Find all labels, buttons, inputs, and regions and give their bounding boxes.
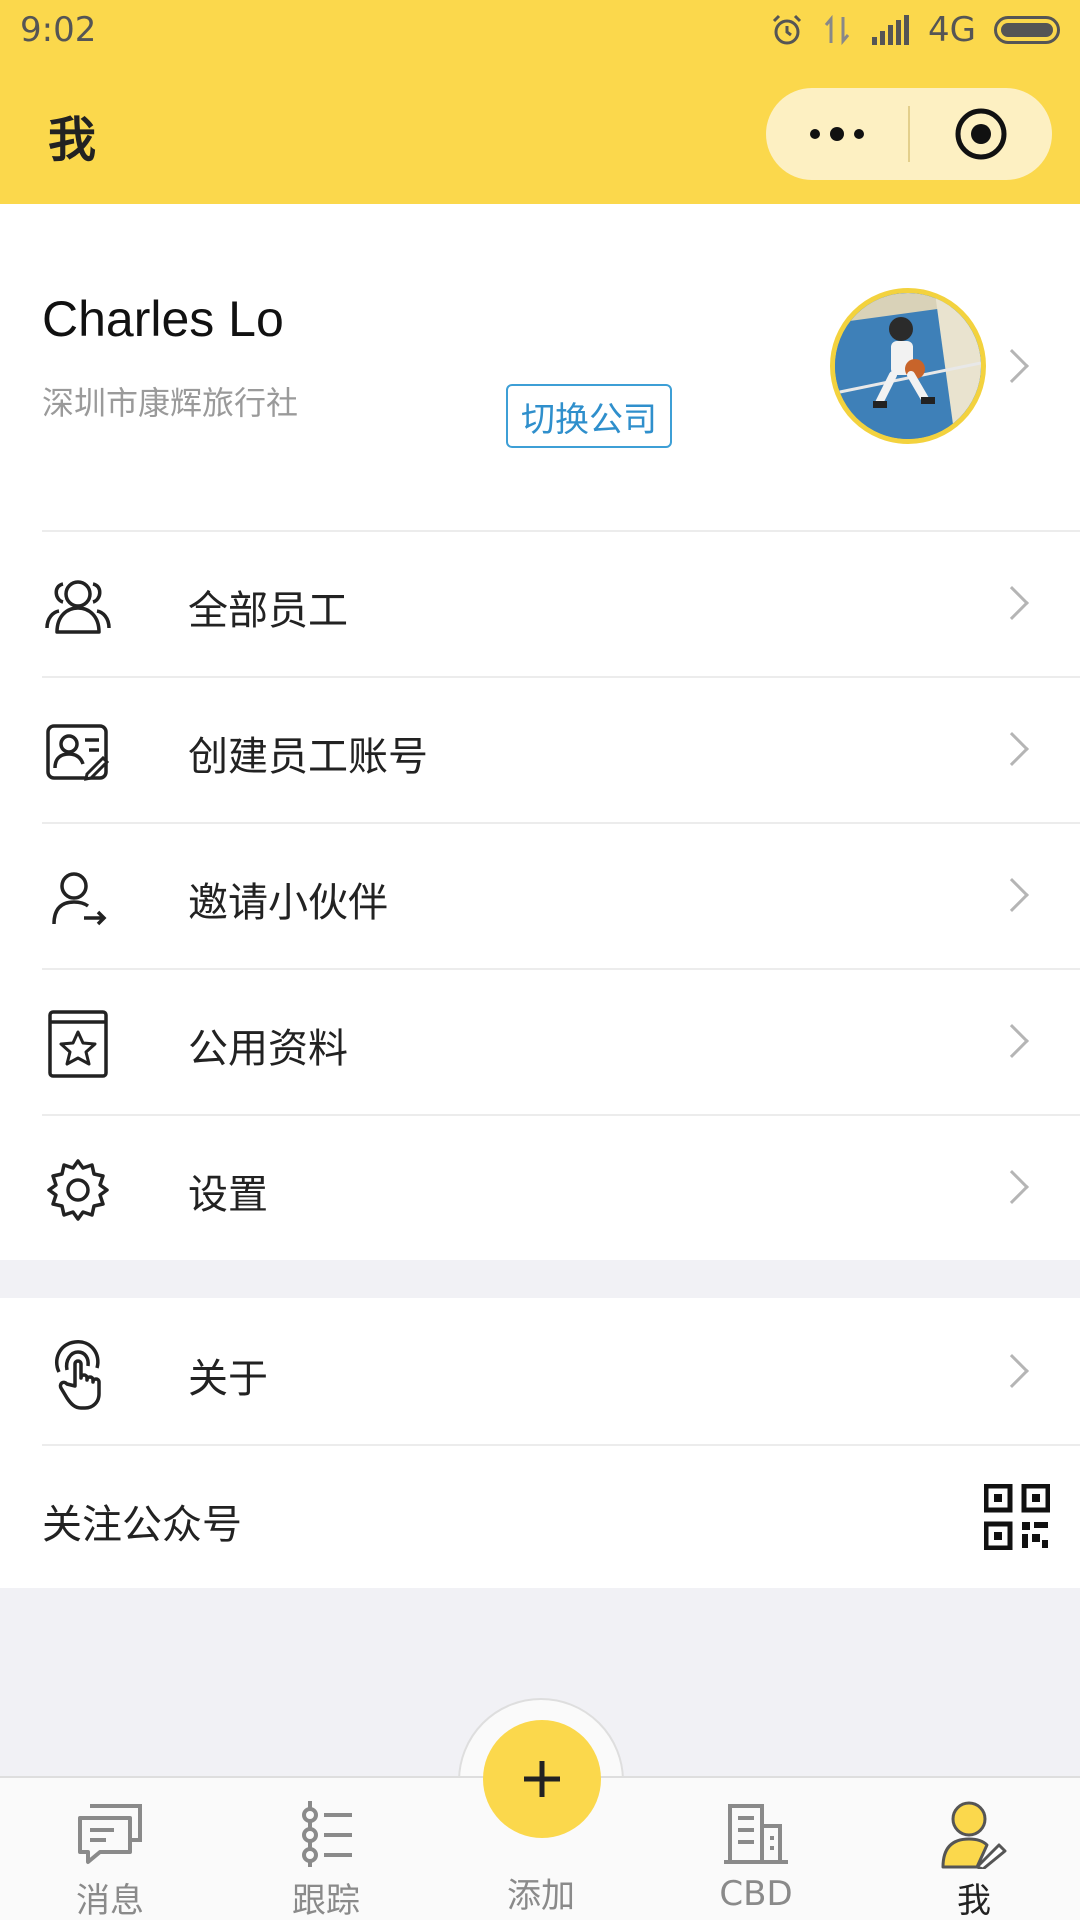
menu-item-follow-official-account[interactable]: 关注公众号 xyxy=(0,1444,1080,1590)
gear-icon xyxy=(42,1154,114,1226)
chevron-right-icon xyxy=(995,349,1029,383)
menu-item-shared-materials[interactable]: 公用资料 xyxy=(0,968,1080,1114)
tab-label: 消息 xyxy=(76,1881,144,1920)
id-card-edit-icon xyxy=(42,716,114,788)
divider xyxy=(42,1444,1080,1446)
menu-item-label: 创建员工账号 xyxy=(188,734,428,780)
user-edit-icon xyxy=(936,1796,1012,1871)
network-type: 4G xyxy=(928,10,976,50)
status-icons: 4G xyxy=(770,10,1060,50)
menu-item-settings[interactable]: 设置 xyxy=(0,1114,1080,1260)
divider xyxy=(42,676,1080,678)
alarm-icon xyxy=(772,14,802,45)
menu-item-create-account[interactable]: 创建员工账号 xyxy=(0,676,1080,822)
message-icon xyxy=(72,1796,148,1871)
header-bar: 9:02 4G 我 xyxy=(0,0,1080,204)
divider xyxy=(42,968,1080,970)
tab-tracking[interactable]: 跟踪 xyxy=(246,1778,406,1920)
menu-item-label: 全部员工 xyxy=(188,588,348,634)
menu-list-secondary: 关于 关注公众号 xyxy=(0,1298,1080,1588)
menu-item-label: 邀请小伙伴 xyxy=(188,880,388,926)
menu-item-label: 关于 xyxy=(188,1356,268,1402)
battery-icon xyxy=(994,16,1060,44)
touch-hand-icon xyxy=(42,1338,114,1410)
tab-label: 我 xyxy=(957,1881,991,1920)
chevron-right-icon xyxy=(995,1354,1029,1388)
tab-label: 跟踪 xyxy=(292,1881,360,1920)
plus-icon xyxy=(524,1761,560,1797)
mini-program-capsule xyxy=(766,88,1052,180)
menu-item-invite[interactable]: 邀请小伙伴 xyxy=(0,822,1080,968)
chevron-right-icon xyxy=(995,1024,1029,1058)
chevron-right-icon xyxy=(995,878,1029,912)
menu-list: 全部员工 创建员工账号 邀请小伙伴 公用资料 设置 xyxy=(0,530,1080,1260)
target-close-icon xyxy=(955,108,1007,160)
add-button[interactable] xyxy=(483,1720,601,1838)
profile-card[interactable]: Charles Lo 深圳市康辉旅行社 切换公司 xyxy=(0,204,1080,530)
signal-icon xyxy=(872,15,910,45)
tab-messages[interactable]: 消息 xyxy=(30,1778,190,1920)
tab-cbd[interactable]: CBD xyxy=(676,1778,836,1920)
menu-item-label: 设置 xyxy=(188,1172,268,1218)
divider xyxy=(42,1114,1080,1116)
switch-company-button[interactable]: 切换公司 xyxy=(506,384,672,448)
avatar[interactable] xyxy=(830,288,986,444)
menu-item-all-staff[interactable]: 全部员工 xyxy=(0,530,1080,676)
group-icon xyxy=(42,570,114,642)
chevron-right-icon xyxy=(995,586,1029,620)
star-book-icon xyxy=(42,1008,114,1080)
tab-me[interactable]: 我 xyxy=(894,1778,1054,1920)
divider xyxy=(42,822,1080,824)
chevron-right-icon xyxy=(995,1170,1029,1204)
menu-item-about[interactable]: 关于 xyxy=(0,1298,1080,1444)
page-title: 我 xyxy=(48,112,97,168)
list-icon xyxy=(288,1796,364,1871)
menu-item-label: 公用资料 xyxy=(188,1026,348,1072)
close-mini-program-button[interactable] xyxy=(910,88,1052,180)
status-bar: 9:02 4G xyxy=(0,0,1080,60)
user-name: Charles Lo xyxy=(42,291,284,347)
more-dots-icon xyxy=(810,127,864,141)
user-invite-icon xyxy=(42,862,114,934)
more-button[interactable] xyxy=(766,88,908,180)
qr-code-icon[interactable] xyxy=(984,1484,1050,1550)
divider xyxy=(42,530,1080,532)
company-name: 深圳市康辉旅行社 xyxy=(42,384,299,422)
tab-label: CBD xyxy=(719,1874,793,1914)
tab-add-label: 添加 xyxy=(507,1876,575,1916)
chevron-right-icon xyxy=(995,732,1029,766)
avatar-photo xyxy=(835,293,981,439)
title-row: 我 xyxy=(0,70,1080,200)
status-time: 9:02 xyxy=(20,10,97,50)
menu-item-label: 关注公众号 xyxy=(42,1502,242,1548)
building-icon xyxy=(718,1796,794,1872)
data-transfer-icon xyxy=(824,14,850,46)
